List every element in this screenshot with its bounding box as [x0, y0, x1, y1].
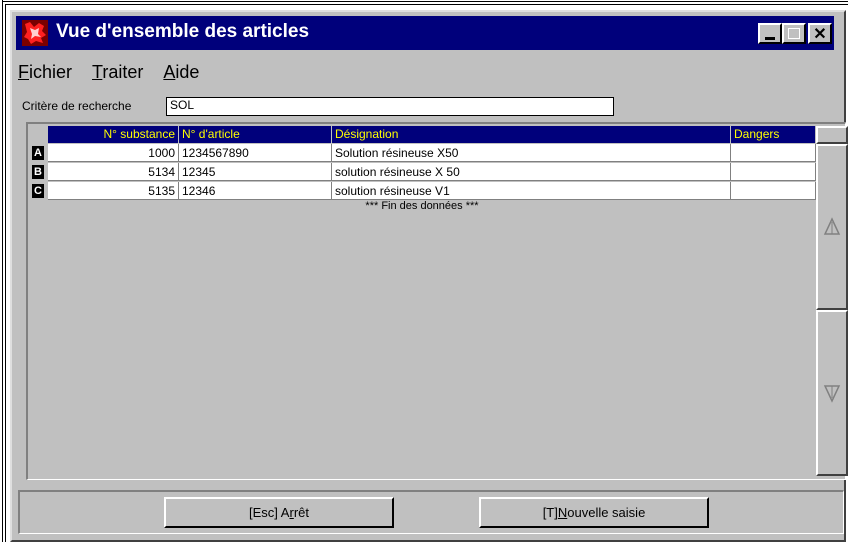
search-label: Critère de recherche [22, 99, 132, 113]
cell-designation[interactable]: solution résineuse V1 [332, 182, 731, 200]
header-substance[interactable]: N° substance [48, 126, 178, 143]
cell-dangers[interactable] [731, 182, 816, 200]
app-icon [22, 20, 48, 46]
cell-article[interactable]: 12345 [179, 163, 332, 181]
outer-frame-top-2 [5, 4, 848, 5]
minimize-button[interactable] [758, 23, 782, 44]
new-entry-button[interactable]: [T] Nouvelle saisie [479, 497, 709, 528]
header-designation[interactable]: Désignation [332, 126, 730, 143]
window-title: Vue d'ensemble des articles [56, 21, 310, 42]
header-corner [28, 126, 48, 143]
outer-frame-left-2 [5, 4, 6, 542]
cell-substance[interactable]: 1000 [48, 144, 179, 162]
row-marker-b[interactable]: B [32, 165, 44, 179]
results-grid: N° substance N° d'article Désignation Da… [26, 122, 848, 480]
cell-substance[interactable]: 5135 [48, 182, 179, 200]
cell-designation[interactable]: Solution résineuse X50 [332, 144, 731, 162]
cell-dangers[interactable] [731, 163, 816, 181]
menu-traiter[interactable]: Traiter [92, 62, 143, 88]
scroll-up-button[interactable] [816, 144, 848, 310]
maximize-icon [788, 28, 800, 39]
row-marker-c[interactable]: C [32, 184, 44, 198]
cell-substance[interactable]: 5134 [48, 163, 179, 181]
button-bar [18, 490, 844, 534]
close-icon: ✕ [813, 25, 827, 43]
cell-article[interactable]: 1234567890 [179, 144, 332, 162]
header-article[interactable]: N° d'article [179, 126, 331, 143]
row-marker-a[interactable]: A [32, 146, 44, 160]
maximize-button[interactable] [782, 23, 806, 44]
outer-frame-top [2, 1, 848, 2]
scroll-up-button[interactable] [816, 126, 848, 144]
stop-button[interactable]: [Esc] Ar rêt [164, 497, 394, 528]
close-button[interactable]: ✕ [808, 23, 832, 44]
title-bar[interactable]: Vue d'ensemble des articles ✕ [16, 16, 834, 50]
menu-aide[interactable]: Aide [163, 62, 199, 88]
end-of-data-text: *** Fin des données *** [365, 200, 479, 212]
cell-article[interactable]: 12346 [179, 182, 332, 200]
arrow-up-icon [823, 217, 841, 235]
search-input[interactable]: SOL [166, 97, 614, 116]
minimize-icon [765, 36, 775, 40]
scroll-down-button[interactable] [816, 310, 848, 476]
outer-frame-left [2, 0, 3, 542]
menu-bar: Fichier Traiter Aide [18, 62, 219, 88]
grid-area: N° substance N° d'article Désignation Da… [28, 124, 816, 478]
cell-designation[interactable]: solution résineuse X 50 [332, 163, 731, 181]
arrow-down-icon [823, 385, 841, 403]
menu-fichier[interactable]: Fichier [18, 62, 72, 88]
cell-dangers[interactable] [731, 144, 816, 162]
header-dangers[interactable]: Dangers [731, 126, 815, 143]
